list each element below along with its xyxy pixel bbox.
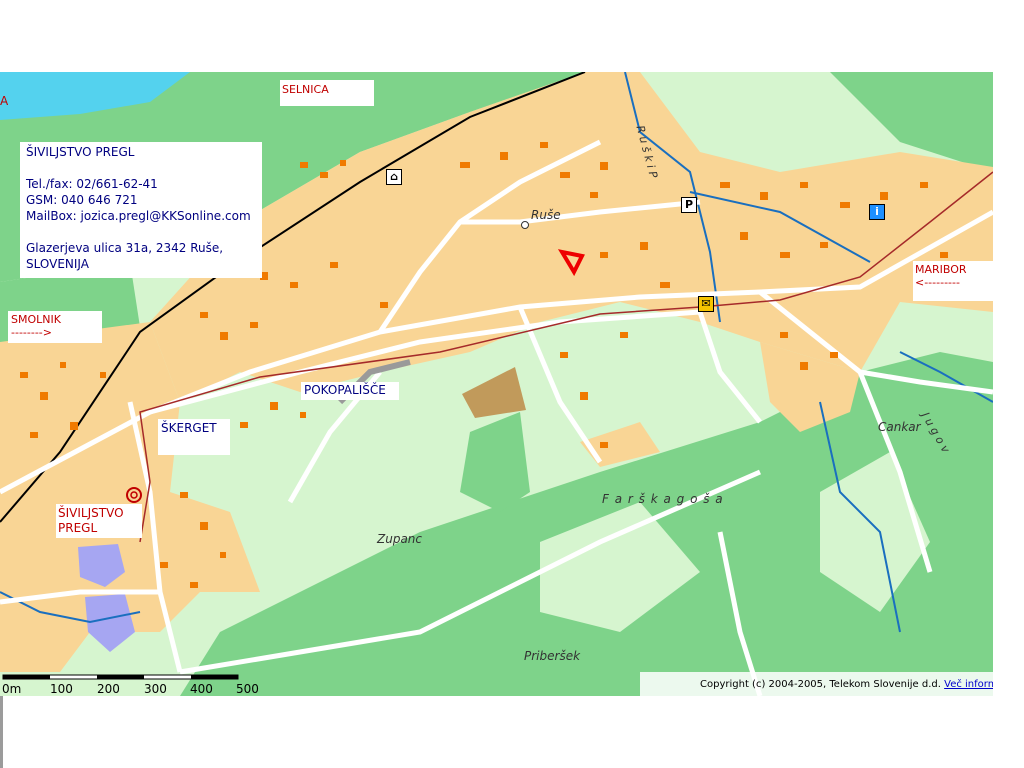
place-ruse: Ruše (531, 208, 561, 222)
label-pokopalisce: POKOPALIŠČE (301, 382, 399, 400)
label-business-line1: ŠIVILJSTVO (58, 506, 124, 520)
label-maribor: MARIBOR <--------- (913, 261, 993, 301)
business-info-country: SLOVENIJA (26, 257, 89, 271)
business-info-gsm: GSM: 040 646 721 (26, 193, 138, 207)
scale-tick-100: 100 (50, 682, 73, 696)
label-maribor-arrow: <--------- (915, 276, 960, 289)
business-info-title: ŠIVILJSTVO PREGL (26, 145, 135, 159)
place-cankar: Cankar (878, 420, 921, 434)
business-info-tel: Tel./fax: 02/661-62-41 (26, 177, 158, 191)
label-edge-a: A (0, 94, 9, 108)
label-skerget: ŠKERGET (158, 419, 230, 455)
map-view[interactable]: SELNICA A ŠIVILJSTVO PREGL Tel./fax: 02/… (0, 72, 993, 696)
business-info-box: ŠIVILJSTVO PREGL Tel./fax: 02/661-62-41 … (20, 142, 262, 278)
place-farska-gosa: F a r š k a g o š a (602, 492, 724, 506)
label-selnica: SELNICA (280, 80, 374, 106)
scale-bar (2, 674, 239, 680)
label-business: ŠIVILJSTVO PREGL (56, 504, 142, 538)
ruse-center-dot (521, 221, 529, 229)
place-zupanc: Zupanc (377, 532, 422, 546)
scale-tick-0: 0m (2, 682, 22, 696)
more-info-link[interactable]: Več informacij... (944, 679, 993, 690)
label-maribor-text: MARIBOR (915, 263, 967, 276)
scale-tick-400: 400 (190, 682, 213, 696)
copyright-notice: Copyright (c) 2004-2005, Telekom Sloveni… (700, 679, 993, 690)
label-business-line2: PREGL (58, 521, 98, 535)
scale-tick-500: 500 (236, 682, 259, 696)
scale-tick-200: 200 (97, 682, 120, 696)
train-station-icon[interactable]: ⌂ (386, 169, 402, 185)
label-smolnik-arrow: --------> (11, 326, 52, 339)
label-smolnik-text: SMOLNIK (11, 313, 61, 326)
left-edge-strip (0, 696, 3, 768)
copyright-text: Copyright (c) 2004-2005, Telekom Sloveni… (700, 679, 945, 690)
info-icon[interactable]: i (869, 204, 885, 220)
parking-icon[interactable]: P (681, 197, 697, 213)
place-priber: Priberšek (524, 649, 581, 663)
scale-tick-300: 300 (144, 682, 167, 696)
business-info-mail: MailBox: jozica.pregl@KKSonline.com (26, 209, 251, 223)
label-smolnik: SMOLNIK --------> (8, 311, 102, 343)
business-info-address: Glazerjeva ulica 31a, 2342 Ruše, (26, 241, 224, 255)
post-office-icon[interactable]: ✉ (698, 296, 714, 312)
